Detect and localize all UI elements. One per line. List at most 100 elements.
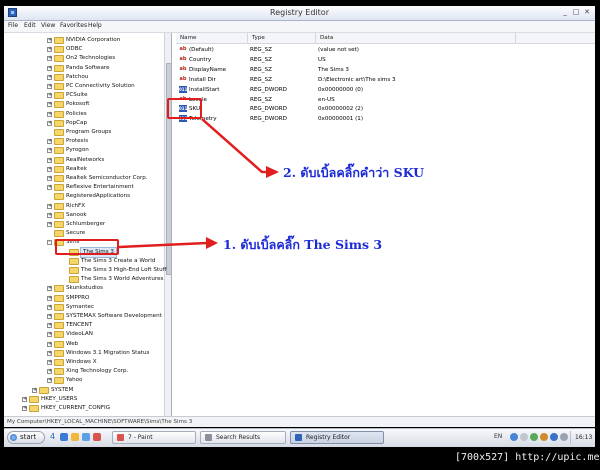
tree-node[interactable]: + Pyrogon (4, 146, 164, 155)
media-quicklaunch-icon[interactable] (93, 433, 101, 441)
expand-icon[interactable]: + (47, 56, 52, 62)
network-tray-icon[interactable] (510, 433, 518, 441)
expand-icon[interactable]: + (47, 176, 52, 181)
column-type-header[interactable]: Type (248, 33, 316, 43)
tree-node[interactable]: + SYSTEM (4, 386, 164, 395)
expand-icon[interactable]: + (47, 304, 52, 310)
value-row[interactable]: 011 InstallStart REG_DWORD 0x00000000 (0) (176, 85, 516, 95)
expand-icon[interactable]: + (47, 295, 52, 301)
registry-key-tree[interactable]: + NVIDIA Corporation + ODBC + On2 Technologie… (4, 33, 172, 416)
folder-quicklaunch-icon[interactable] (71, 433, 79, 441)
value-row[interactable]: ab (Default) REG_SZ (value not set) (176, 45, 516, 55)
tree-node[interactable]: + RealNetworks (4, 156, 164, 165)
expand-icon[interactable]: + (47, 139, 52, 145)
volume-tray-icon[interactable] (520, 433, 528, 441)
taskbar-button[interactable]: 7 - Paint (112, 431, 196, 444)
expand-icon[interactable]: + (47, 93, 52, 99)
ie-quicklaunch-icon[interactable] (60, 433, 68, 441)
minimize-button[interactable]: _ (560, 8, 570, 17)
value-row[interactable]: ab DisplayName REG_SZ The Sims 3 (176, 65, 516, 75)
expand-icon[interactable]: + (47, 286, 52, 292)
expand-icon[interactable]: + (22, 406, 27, 411)
tree-node[interactable]: + Patchou (4, 73, 164, 82)
tree-node[interactable]: + NVIDIA Corporation (4, 36, 164, 45)
maximize-button[interactable]: □ (571, 8, 581, 17)
expand-icon[interactable]: + (47, 157, 52, 163)
expand-icon[interactable]: + (32, 387, 37, 393)
tree-node[interactable]: + PopCap (4, 119, 164, 128)
update-tray-icon[interactable] (540, 433, 548, 441)
expand-icon[interactable]: + (47, 47, 52, 53)
taskbar-button[interactable]: Registry Editor (290, 431, 384, 444)
tree-node[interactable]: The Sims 3 High-End Loft Stuff (4, 266, 166, 275)
expand-icon[interactable]: + (47, 185, 52, 191)
tree-node[interactable]: + PCSuite (4, 91, 164, 100)
tree-node[interactable]: + Sanook (4, 211, 164, 220)
tree-node[interactable]: + Protexis (4, 137, 164, 146)
menu-view[interactable]: View (41, 22, 55, 29)
messenger-tray-icon[interactable] (550, 433, 558, 441)
value-row[interactable]: 011 Telemetry REG_DWORD 0x00000001 (1) (176, 114, 516, 124)
expand-icon[interactable]: + (47, 222, 52, 227)
expand-icon[interactable]: + (47, 203, 52, 209)
tree-node[interactable]: + Policies (4, 110, 164, 119)
value-row[interactable]: ab Install Dir REG_SZ D:\Electronic art\The… (176, 75, 516, 85)
expand-icon[interactable]: + (47, 360, 52, 365)
tree-node[interactable]: + Xing Technology Corp. (4, 367, 164, 376)
tree-node[interactable]: The Sims 3 World Adventures (4, 275, 164, 284)
desktop-quicklaunch-icon[interactable] (82, 433, 90, 441)
tree-node[interactable]: + VideoLAN (4, 330, 164, 339)
security-tray-icon[interactable] (530, 433, 538, 441)
tree-node[interactable]: + Symantec (4, 303, 164, 312)
expand-icon[interactable]: + (47, 350, 52, 356)
tree-node[interactable]: + SMPPRO (4, 294, 164, 303)
tree-node[interactable]: + Realtek (4, 165, 164, 174)
tree-node[interactable]: + SYSTEMAX Software Development (4, 312, 164, 321)
menu-edit[interactable]: Edit (24, 22, 36, 29)
tree-node[interactable]: Secure (4, 229, 164, 238)
expand-icon[interactable]: + (47, 369, 52, 375)
tree-node[interactable]: + RichFX (4, 202, 164, 211)
expand-icon[interactable]: + (47, 111, 52, 117)
clock-area[interactable]: 16:13 (570, 431, 595, 444)
menu-file[interactable]: File (8, 22, 18, 29)
tree-node[interactable]: + Pokosoft (4, 100, 164, 109)
taskbar-button[interactable]: Search Results (200, 431, 286, 444)
expand-icon[interactable]: + (47, 341, 52, 347)
tree-node[interactable]: The Sims 3 Create a World (4, 257, 164, 266)
expand-icon[interactable]: + (47, 74, 52, 80)
expand-icon[interactable]: + (22, 396, 27, 402)
tree-scrollbar-thumb[interactable] (166, 63, 171, 275)
tree-node[interactable]: + Realtek Semiconductor Corp. (4, 174, 164, 183)
value-row[interactable]: 011 SKU REG_DWORD 0x00000002 (2) (176, 104, 516, 114)
expand-icon[interactable]: + (47, 314, 52, 319)
tree-node[interactable]: + Web (4, 340, 164, 349)
language-indicator[interactable]: EN (494, 433, 502, 440)
expand-icon[interactable]: + (47, 102, 52, 108)
tree-node[interactable]: + HKEY_CURRENT_CONFIG (4, 404, 164, 413)
expand-icon[interactable]: + (47, 166, 52, 172)
start-button[interactable]: start (7, 431, 45, 444)
expand-icon[interactable]: + (47, 323, 52, 329)
expand-icon[interactable]: + (47, 84, 52, 89)
tree-node[interactable]: Program Groups (4, 128, 164, 137)
expand-icon[interactable]: + (47, 120, 52, 126)
expand-icon[interactable]: + (47, 378, 52, 384)
tree-node[interactable]: + Skunkstudios (4, 284, 164, 293)
tree-node[interactable]: + TENCENT (4, 321, 164, 330)
tree-node[interactable]: + Windows 3.1 Migration Status (4, 349, 164, 358)
expand-icon[interactable]: + (47, 148, 52, 154)
expand-icon[interactable]: + (47, 65, 52, 71)
column-data-header[interactable]: Data (316, 33, 516, 43)
collapse-icon[interactable]: - (47, 240, 52, 246)
tree-node[interactable]: + PC Connectivity Solution (4, 82, 164, 91)
tree-node[interactable]: RegisteredApplications (4, 192, 164, 201)
tree-node[interactable]: + Panda Software (4, 64, 164, 73)
display-tray-icon[interactable] (560, 433, 568, 441)
value-row[interactable]: ab Country REG_SZ US (176, 55, 516, 65)
tree-node[interactable]: + ODBC (4, 45, 164, 54)
tree-scrollbar[interactable] (164, 33, 171, 416)
title-bar[interactable]: Registry Editor _ □ ✕ (4, 6, 595, 21)
expand-icon[interactable]: + (47, 332, 52, 338)
tree-node[interactable]: + Yahoo (4, 376, 164, 385)
